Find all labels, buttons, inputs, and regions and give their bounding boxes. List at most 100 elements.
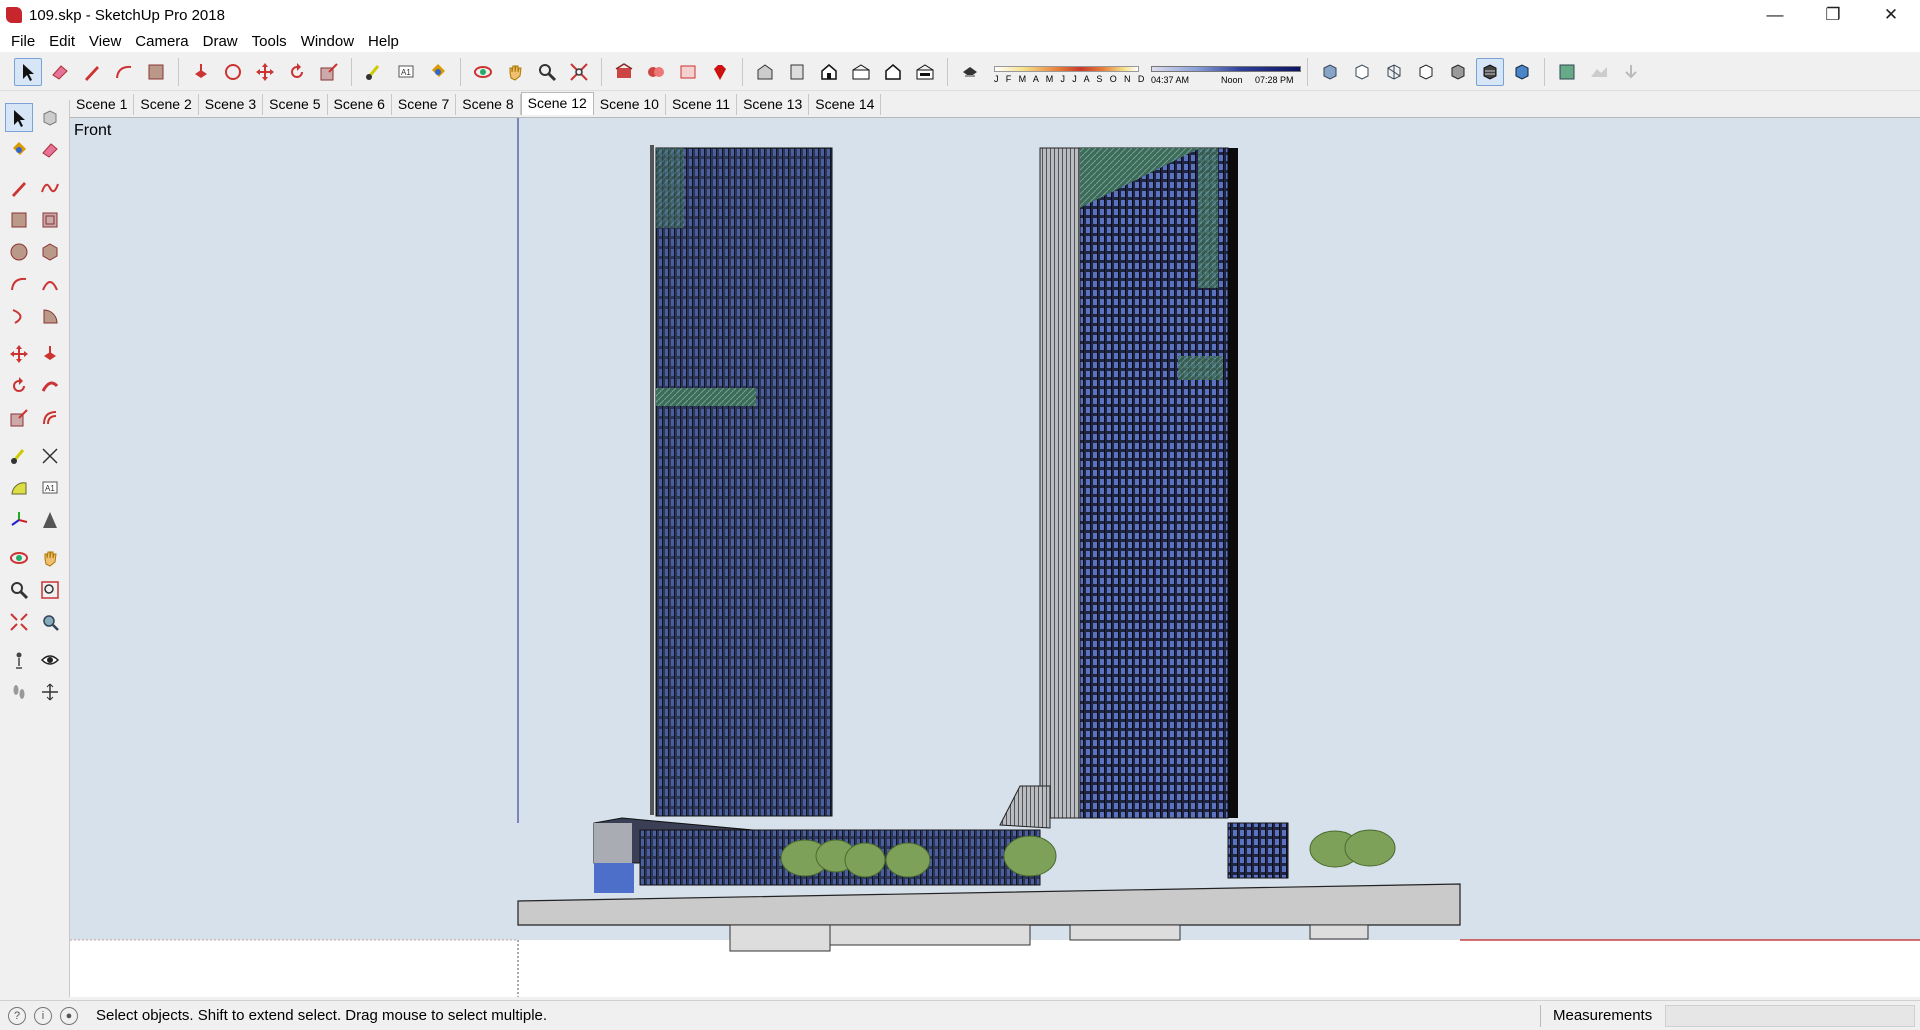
back-view-button[interactable] [879,58,907,86]
restore-button[interactable]: ❐ [1804,0,1862,30]
palette-select-button[interactable] [5,103,33,132]
extension-warehouse-button[interactable] [642,58,670,86]
menu-help[interactable]: Help [361,33,406,50]
palette-orbit-button[interactable] [5,543,33,572]
palette-push-pull-button[interactable] [36,339,64,368]
time-slider[interactable]: 04:37 AM Noon 07:28 PM [1151,59,1301,87]
zoom-extents-button[interactable] [565,58,593,86]
palette-rectangle-button[interactable] [5,205,33,234]
geolocation-icon[interactable]: ? [8,1006,26,1025]
palette-offset-button[interactable] [36,403,64,432]
scene-tab-6[interactable]: Scene 6 [328,94,392,115]
toggle-terrain-button[interactable] [1585,58,1613,86]
menu-window[interactable]: Window [294,33,361,50]
zoom-button[interactable] [533,58,561,86]
palette-move-button[interactable] [5,339,33,368]
scene-tab-12[interactable]: Scene 12 [520,92,594,115]
warehouse-button[interactable] [610,58,638,86]
rectangle-tool-button[interactable] [142,58,170,86]
menu-draw[interactable]: Draw [196,33,245,50]
eraser-tool-button[interactable] [46,58,74,86]
text-tool-button[interactable]: A1 [392,58,420,86]
scene-tab-5[interactable]: Scene 5 [263,94,328,115]
scene-tab-11[interactable]: Scene 11 [666,94,738,115]
palette-freehand-button[interactable] [36,173,64,202]
user-account-icon[interactable]: ● [60,1006,78,1025]
top-view-button[interactable] [783,58,811,86]
palette-scale-button[interactable] [5,403,33,432]
month-slider[interactable]: J F M A M J J A S O N D [994,59,1144,87]
xray-button[interactable] [1316,58,1344,86]
palette-walk-button[interactable] [5,677,33,706]
front-view-button[interactable] [815,58,843,86]
model-viewport[interactable]: Front [70,117,1920,997]
palette-axes-button[interactable] [5,505,33,534]
menu-view[interactable]: View [82,33,128,50]
palette-line-button[interactable] [5,173,33,202]
palette-rotate-button[interactable] [5,371,33,400]
add-location-button[interactable] [1553,58,1581,86]
scene-tab-7[interactable]: Scene 7 [392,94,457,115]
credits-icon[interactable]: i [34,1006,52,1025]
palette-arc-button[interactable] [5,269,33,298]
menu-camera[interactable]: Camera [128,33,195,50]
arc-tool-button[interactable] [110,58,138,86]
left-view-button[interactable] [911,58,939,86]
palette-paint-button[interactable] [5,135,33,164]
palette-3d-text-button[interactable] [36,505,64,534]
palette-follow-me-button[interactable] [36,371,64,400]
scene-tab-14[interactable]: Scene 14 [809,94,882,115]
palette-protractor-button[interactable] [5,473,33,502]
select-tool-button[interactable] [14,57,42,86]
push-pull-button[interactable] [187,58,215,86]
palette-component-button[interactable] [36,103,64,132]
palette-section-plane-button[interactable] [36,677,64,706]
palette-eraser-button[interactable] [36,135,64,164]
palette-position-camera-button[interactable] [5,645,33,674]
palette-zoom-extents-button[interactable] [5,607,33,636]
palette-dimension-button[interactable] [36,441,64,470]
scene-tab-3[interactable]: Scene 3 [199,94,264,115]
menu-file[interactable]: File [4,33,42,50]
palette-rotated-rectangle-button[interactable] [36,205,64,234]
palette-look-around-button[interactable] [36,645,64,674]
follow-me-button[interactable] [219,58,247,86]
scene-tab-2[interactable]: Scene 2 [134,94,199,115]
monochrome-button[interactable] [1508,58,1536,86]
palette-3point-arc-button[interactable] [5,301,33,330]
pan-button[interactable] [501,58,529,86]
minimize-button[interactable]: — [1746,0,1804,30]
move-tool-button[interactable] [251,58,279,86]
back-edges-button[interactable] [1348,58,1376,86]
right-view-button[interactable] [847,58,875,86]
palette-circle-button[interactable] [5,237,33,266]
orbit-button[interactable] [469,58,497,86]
palette-previous-view-button[interactable] [36,607,64,636]
palette-text-button[interactable]: A1 [36,473,64,502]
menu-tools[interactable]: Tools [245,33,294,50]
line-tool-button[interactable] [78,58,106,86]
tape-measure-button[interactable] [360,58,388,86]
rotate-tool-button[interactable] [283,58,311,86]
shaded-button[interactable] [1444,58,1472,86]
layout-send-button[interactable] [674,58,702,86]
close-button[interactable]: ✕ [1862,0,1920,30]
photo-texture-button[interactable] [1617,58,1645,86]
measurements-input[interactable] [1665,1005,1915,1027]
scene-tab-1[interactable]: Scene 1 [70,94,135,115]
paint-bucket-button[interactable] [424,58,452,86]
shaded-with-textures-button[interactable] [1476,57,1504,86]
palette-zoom-window-button[interactable] [36,575,64,604]
scene-tab-13[interactable]: Scene 13 [737,94,810,115]
scene-tab-8[interactable]: Scene 8 [456,94,521,115]
wireframe-button[interactable] [1380,58,1408,86]
palette-polygon-button[interactable] [36,237,64,266]
scale-tool-button[interactable] [315,58,343,86]
palette-2point-arc-button[interactable] [36,269,64,298]
scene-tab-10[interactable]: Scene 10 [594,94,666,115]
shadows-toggle-button[interactable] [956,58,984,86]
ruby-console-button[interactable] [706,58,734,86]
hidden-line-button[interactable] [1412,58,1440,86]
palette-pan-button[interactable] [36,543,64,572]
iso-view-button[interactable] [751,58,779,86]
